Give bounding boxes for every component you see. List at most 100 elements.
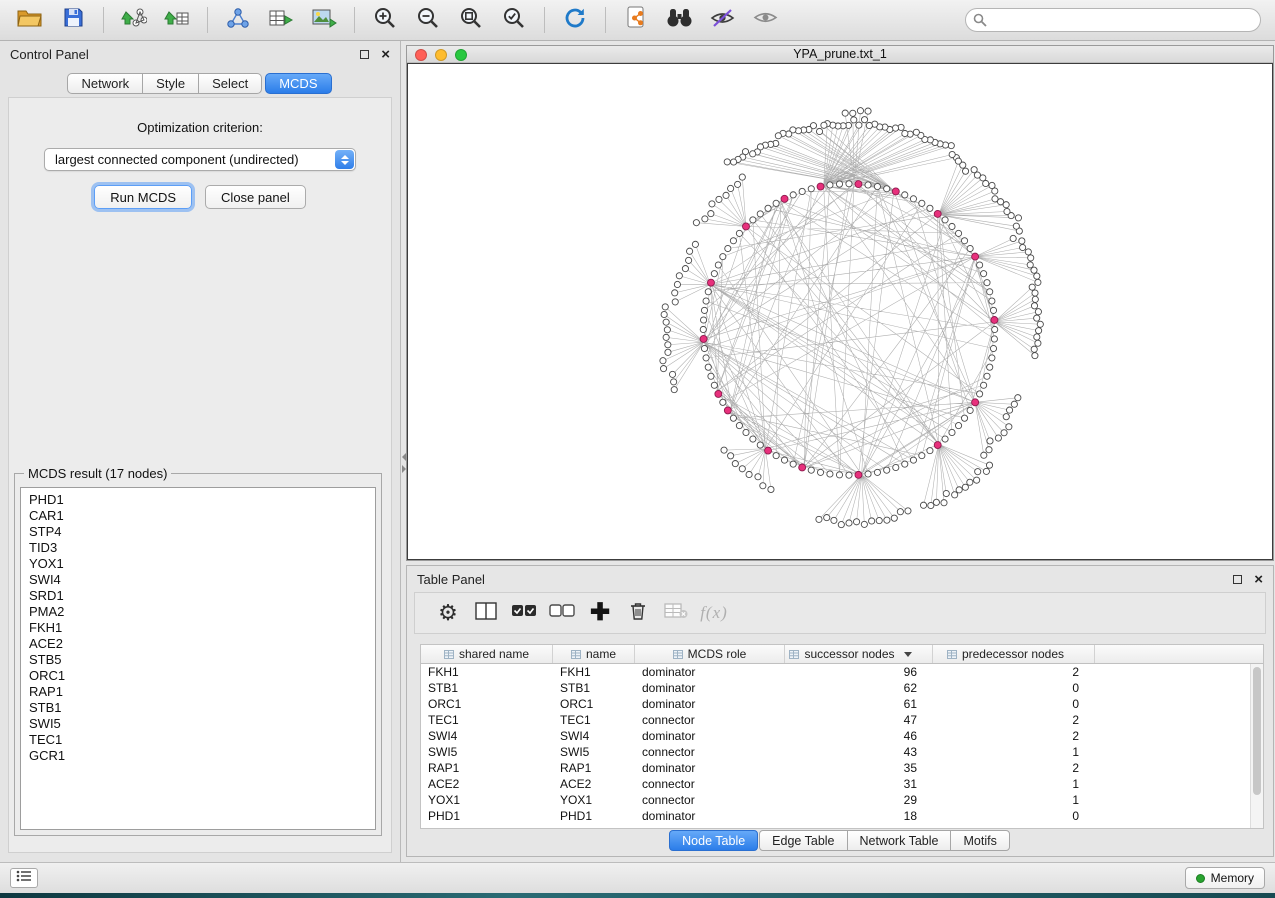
copy-document-button[interactable] — [616, 4, 656, 37]
mcds-result-item[interactable]: FKH1 — [29, 620, 367, 636]
network-window-titlebar[interactable]: YPA_prune.txt_1 — [407, 46, 1273, 63]
cell-mcds-role: connector — [635, 712, 785, 728]
select-all-button[interactable] — [505, 596, 543, 630]
zoom-selected-button[interactable] — [494, 4, 534, 37]
sort-chevron-icon[interactable] — [904, 652, 912, 657]
cell-name: YOX1 — [553, 792, 635, 808]
scrollbar-thumb[interactable] — [1253, 667, 1261, 795]
table-row[interactable]: RAP1RAP1dominator352 — [421, 760, 1263, 776]
import-network-file-button[interactable] — [114, 4, 154, 37]
table-row[interactable]: ORC1ORC1dominator610 — [421, 696, 1263, 712]
table-row[interactable]: PHD1PHD1dominator180 — [421, 808, 1263, 824]
table-settings-button[interactable]: ⚙ — [429, 596, 467, 630]
save-session-button[interactable] — [53, 4, 93, 37]
table-row[interactable]: SWI4SWI4dominator462 — [421, 728, 1263, 744]
mcds-result-item[interactable]: PMA2 — [29, 604, 367, 620]
memory-button[interactable]: Memory — [1185, 867, 1265, 889]
tab-mcds[interactable]: MCDS — [265, 73, 331, 94]
column-header-successor-nodes[interactable]: successor nodes — [785, 645, 933, 663]
cell-successor-nodes: 35 — [785, 760, 933, 776]
network-graph[interactable] — [408, 64, 1272, 559]
table-row[interactable]: FKH1FKH1dominator962 — [421, 664, 1263, 680]
close-table-panel-icon[interactable]: × — [1254, 572, 1263, 587]
zoom-fit-icon — [459, 6, 483, 35]
delete-column-button[interactable] — [619, 596, 657, 630]
tab-select[interactable]: Select — [198, 73, 262, 94]
column-header-name[interactable]: name — [553, 645, 635, 663]
table-row[interactable]: ACE2ACE2connector311 — [421, 776, 1263, 792]
list-icon — [16, 869, 32, 887]
table-row[interactable]: YOX1YOX1connector291 — [421, 792, 1263, 808]
network-view-window: YPA_prune.txt_1 — [406, 45, 1274, 561]
first-neighbors-button[interactable] — [659, 4, 699, 37]
search-input[interactable] — [965, 8, 1261, 32]
mcds-result-item[interactable]: RAP1 — [29, 684, 367, 700]
mcds-result-item[interactable]: ORC1 — [29, 668, 367, 684]
mcds-result-item[interactable]: TID3 — [29, 540, 367, 556]
import-network-file-icon — [121, 7, 147, 34]
table-scrollbar[interactable] — [1250, 664, 1263, 828]
network-canvas[interactable] — [407, 63, 1273, 560]
mcds-result-item[interactable]: SRD1 — [29, 588, 367, 604]
tab-motifs[interactable]: Motifs — [950, 830, 1009, 851]
tab-network[interactable]: Network — [67, 73, 143, 94]
mcds-result-item[interactable]: CAR1 — [29, 508, 367, 524]
column-header-MCDS-role[interactable]: MCDS role — [635, 645, 785, 663]
mcds-result-list[interactable]: PHD1CAR1STP4TID3YOX1SWI4SRD1PMA2FKH1ACE2… — [20, 487, 376, 830]
close-panel-icon[interactable]: × — [381, 47, 390, 62]
column-header-shared-name[interactable]: shared name — [421, 645, 553, 663]
export-image-button[interactable] — [304, 4, 344, 37]
open-file-button[interactable] — [10, 4, 50, 37]
tab-network-table[interactable]: Network Table — [847, 830, 952, 851]
table-row[interactable]: STB1STB1dominator620 — [421, 680, 1263, 696]
float-table-panel-icon[interactable] — [1233, 575, 1242, 584]
tab-style[interactable]: Style — [142, 73, 199, 94]
zoom-fit-button[interactable] — [451, 4, 491, 37]
run-mcds-button[interactable]: Run MCDS — [94, 185, 192, 209]
apply-style-button[interactable] — [702, 4, 742, 37]
toolbar-separator — [207, 7, 208, 33]
zoom-out-button[interactable] — [408, 4, 448, 37]
status-bar: Memory — [0, 862, 1275, 893]
show-graphics-button[interactable] — [745, 4, 785, 37]
refresh-layout-button[interactable] — [555, 4, 595, 37]
close-panel-button[interactable]: Close panel — [205, 185, 306, 209]
mcds-result-item[interactable]: TEC1 — [29, 732, 367, 748]
cell-shared-name: PHD1 — [421, 808, 553, 824]
cell-shared-name: ACE2 — [421, 776, 553, 792]
memory-status-icon — [1196, 874, 1205, 883]
table-row[interactable]: TEC1TEC1connector472 — [421, 712, 1263, 728]
cell-successor-nodes: 29 — [785, 792, 933, 808]
mcds-result-item[interactable]: PHD1 — [29, 492, 367, 508]
deselect-all-button[interactable] — [543, 596, 581, 630]
column-header-label: successor nodes — [804, 647, 894, 661]
show-columns-button[interactable] — [467, 596, 505, 630]
status-menu-button[interactable] — [10, 868, 38, 888]
toolbar-separator — [605, 7, 606, 33]
tab-node-table[interactable]: Node Table — [669, 830, 758, 851]
cell-mcds-role: connector — [635, 744, 785, 760]
clear-table-button — [657, 596, 695, 630]
toolbar-separator — [544, 7, 545, 33]
mcds-result-item[interactable]: YOX1 — [29, 556, 367, 572]
column-header-predecessor-nodes[interactable]: predecessor nodes — [933, 645, 1095, 663]
columns-icon — [475, 602, 497, 625]
export-table-button[interactable] — [261, 4, 301, 37]
mcds-result-item[interactable]: STP4 — [29, 524, 367, 540]
mcds-result-item[interactable]: SWI4 — [29, 572, 367, 588]
zoom-in-button[interactable] — [365, 4, 405, 37]
mcds-result-item[interactable]: SWI5 — [29, 716, 367, 732]
float-panel-icon[interactable] — [360, 50, 369, 59]
column-header-label: MCDS role — [688, 647, 747, 661]
mcds-result-item[interactable]: ACE2 — [29, 636, 367, 652]
mcds-result-item[interactable]: STB1 — [29, 700, 367, 716]
table-body: FKH1FKH1dominator962STB1STB1dominator620… — [421, 664, 1263, 824]
mcds-result-item[interactable]: GCR1 — [29, 748, 367, 764]
add-column-button[interactable]: ✚ — [581, 596, 619, 630]
new-network-button[interactable] — [218, 4, 258, 37]
import-table-file-button[interactable] — [157, 4, 197, 37]
mcds-result-item[interactable]: STB5 — [29, 652, 367, 668]
table-row[interactable]: SWI5SWI5connector431 — [421, 744, 1263, 760]
tab-edge-table[interactable]: Edge Table — [759, 830, 847, 851]
criterion-select[interactable]: largest connected component (undirected) — [44, 148, 356, 171]
